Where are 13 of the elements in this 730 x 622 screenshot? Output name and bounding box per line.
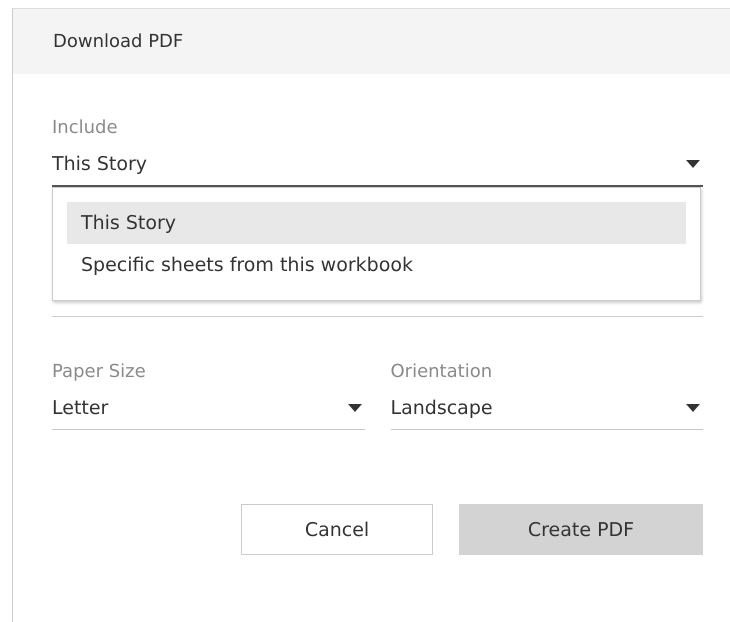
- caret-icon: [685, 159, 701, 169]
- menu-option[interactable]: This Story: [67, 202, 686, 244]
- create-pdf-button[interactable]: Create PDF: [459, 504, 703, 555]
- caret-icon: [685, 403, 701, 413]
- cancel-button[interactable]: Cancel: [241, 504, 433, 555]
- field-label: Orientation: [390, 360, 492, 384]
- dropdown-select[interactable]: Landscape: [390, 397, 703, 430]
- caret-icon: [346, 403, 362, 413]
- menu-option[interactable]: Specific sheets from this workbook: [67, 244, 686, 286]
- dropdown-select[interactable]: Letter: [52, 397, 364, 430]
- field-label: Include: [52, 116, 118, 140]
- field-label: Paper Size: [52, 360, 146, 384]
- dialog-title: Download PDF: [53, 31, 184, 52]
